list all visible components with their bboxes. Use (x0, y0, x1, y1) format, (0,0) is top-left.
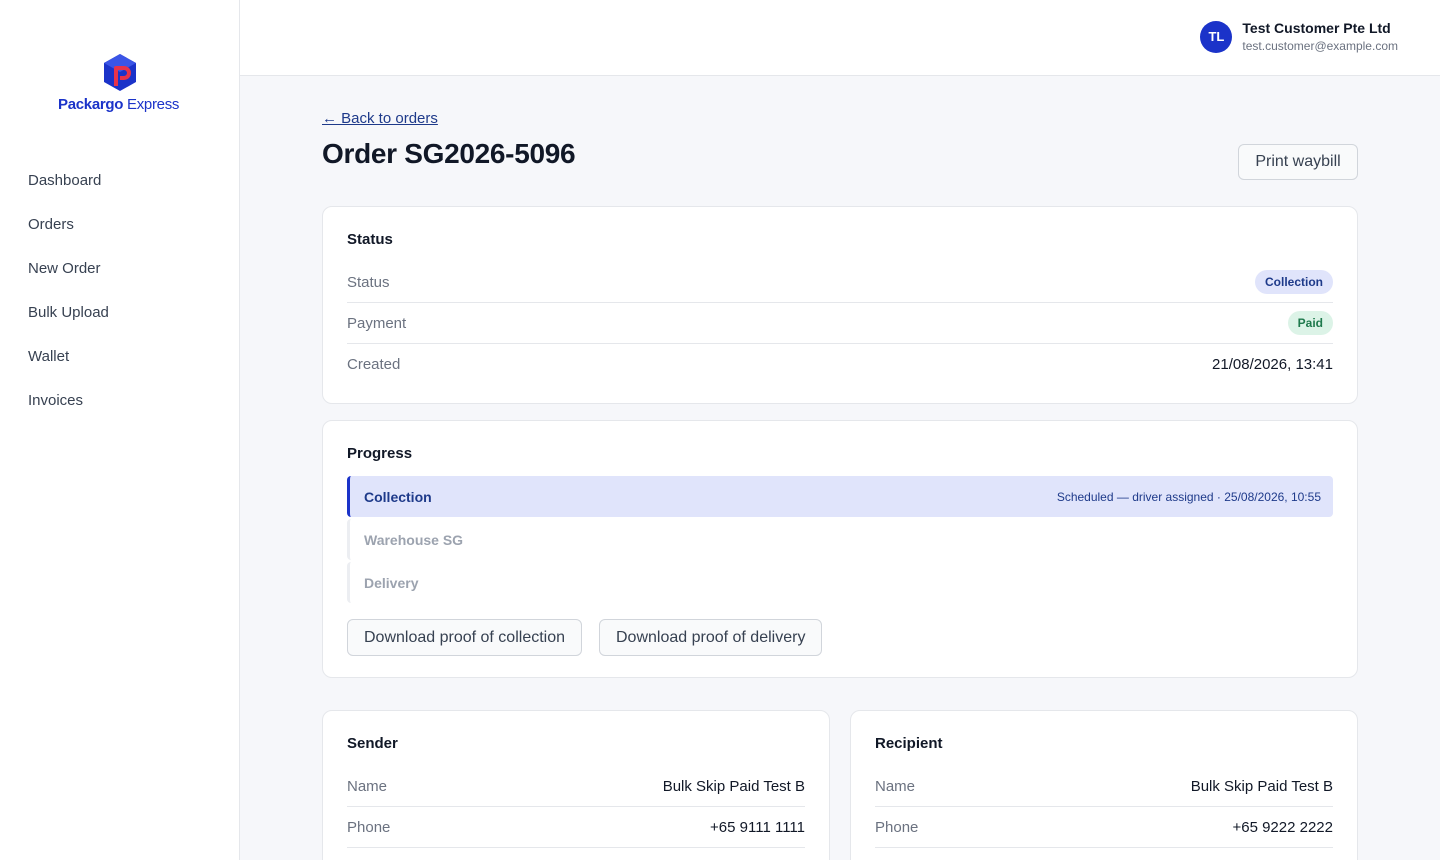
progress-card-title: Progress (347, 445, 413, 462)
sender-phone-value: +65 9111 1111 (710, 818, 805, 836)
sender-name-label: Name (347, 777, 388, 795)
payment-row: Payment Paid (347, 303, 1333, 344)
brand-logo[interactable]: Packargo Express (58, 52, 182, 116)
sidebar-item-orders[interactable]: Orders (28, 214, 109, 258)
packargo-logo-icon (104, 54, 136, 91)
progress-card: Progress Collection Scheduled — driver a… (322, 420, 1358, 678)
recipient-name-value: Bulk Skip Paid Test B (1190, 777, 1333, 795)
status-row: Status Collection (347, 262, 1333, 303)
sidebar-item-bulk-upload[interactable]: Bulk Upload (28, 302, 109, 346)
sidebar-item-wallet[interactable]: Wallet (28, 346, 109, 390)
recipient-phone-value: +65 9222 2222 (1232, 818, 1333, 836)
top-header: TL Test Customer Pte Ltd test.customer@e… (240, 0, 1440, 76)
download-proof-of-collection-button[interactable]: Download proof of collection (347, 619, 583, 656)
sender-name-value: Bulk Skip Paid Test B (662, 777, 805, 795)
recipient-phone-row: Phone +65 9222 2222 (875, 807, 1333, 848)
step-info: Scheduled — driver assigned · 25/08/2026… (1056, 489, 1321, 504)
sidebar: Packargo Express Dashboard Orders New Or… (0, 0, 240, 860)
user-name: Test Customer Pte Ltd (1242, 20, 1391, 36)
recipient-card: Recipient Name Bulk Skip Paid Test B Pho… (850, 710, 1358, 860)
step-name: Warehouse SG (364, 531, 464, 548)
progress-step-warehouse: Warehouse SG (347, 519, 1333, 560)
avatar[interactable]: TL (1200, 20, 1233, 53)
back-to-orders-link[interactable]: ← Back to orders (322, 110, 438, 127)
brand-name: Packargo Express (58, 96, 180, 113)
created-label: Created (347, 356, 401, 373)
step-name: Delivery (364, 574, 419, 591)
payment-label: Payment (347, 314, 407, 332)
sender-card: Sender Name Bulk Skip Paid Test B Phone … (322, 710, 830, 860)
recipient-card-title: Recipient (875, 735, 943, 752)
sidebar-nav: Dashboard Orders New Order Bulk Upload W… (28, 170, 109, 434)
recipient-name-label: Name (875, 777, 916, 795)
page-title: Order SG2026-5096 (322, 138, 576, 169)
created-value: 21/08/2026, 13:41 (1212, 356, 1333, 373)
sender-phone-label: Phone (347, 818, 391, 836)
progress-step-collection: Collection Scheduled — driver assigned ·… (347, 476, 1333, 517)
print-waybill-button[interactable]: Print waybill (1238, 144, 1358, 180)
status-badge: Collection (1254, 270, 1333, 294)
recipient-rows: Name Bulk Skip Paid Test B Phone +65 922… (875, 766, 1333, 848)
step-name: Collection (364, 488, 432, 505)
sender-card-title: Sender (347, 735, 398, 752)
sender-rows: Name Bulk Skip Paid Test B Phone +65 911… (347, 766, 805, 848)
sidebar-item-invoices[interactable]: Invoices (28, 390, 109, 434)
sender-phone-row: Phone +65 9111 1111 (347, 807, 805, 848)
status-card-title: Status (347, 231, 393, 248)
status-rows: Status Collection Payment Paid Created 2… (347, 262, 1333, 385)
payment-badge: Paid (1287, 311, 1333, 335)
recipient-phone-label: Phone (875, 818, 919, 836)
sender-name-row: Name Bulk Skip Paid Test B (347, 766, 805, 807)
sidebar-item-dashboard[interactable]: Dashboard (28, 170, 109, 214)
user-email: test.customer@example.com (1242, 39, 1398, 53)
status-card: Status Status Collection Payment Paid Cr… (322, 206, 1358, 404)
status-label: Status (347, 273, 390, 291)
recipient-name-row: Name Bulk Skip Paid Test B (875, 766, 1333, 807)
download-proof-of-delivery-button[interactable]: Download proof of delivery (599, 619, 823, 656)
sidebar-item-new-order[interactable]: New Order (28, 258, 109, 302)
progress-step-delivery: Delivery (347, 562, 1333, 603)
user-info: Test Customer Pte Ltd test.customer@exam… (1242, 20, 1398, 53)
created-row: Created 21/08/2026, 13:41 (347, 344, 1333, 385)
user-menu[interactable]: TL Test Customer Pte Ltd test.customer@e… (1200, 20, 1398, 53)
